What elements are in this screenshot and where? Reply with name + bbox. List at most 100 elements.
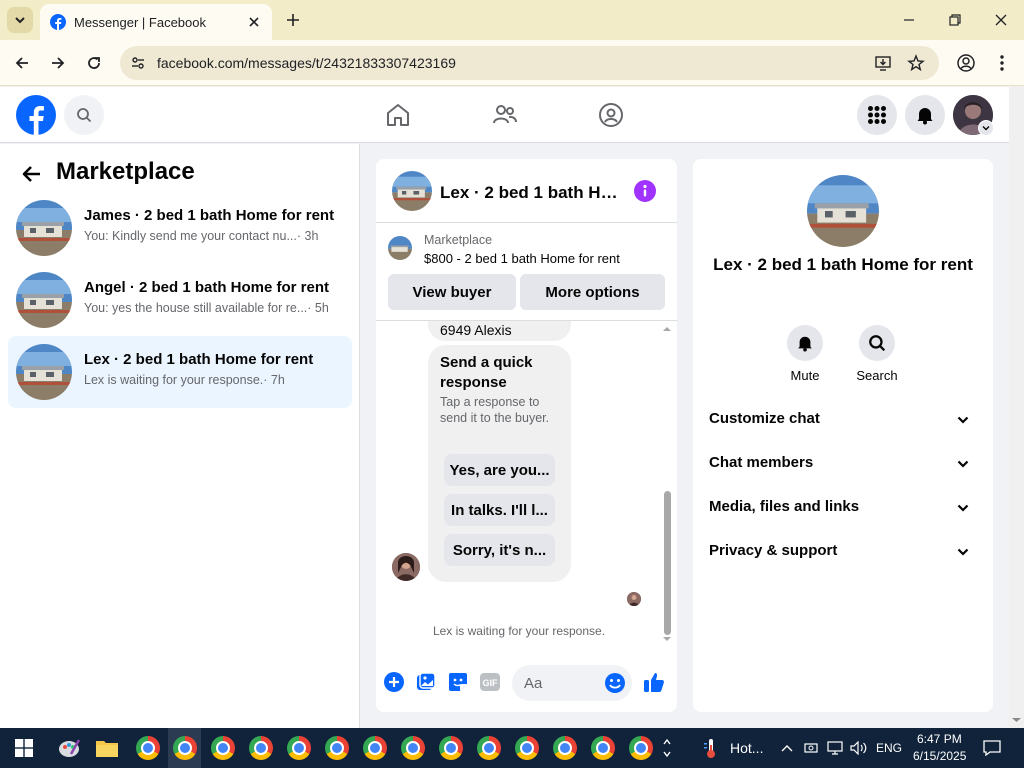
emoji-icon[interactable] [604,672,626,694]
taskbar-chrome[interactable] [475,734,503,762]
taskbar-chrome[interactable] [361,734,389,762]
page-scrollbar[interactable] [1009,87,1024,728]
taskbar-chrome[interactable] [551,734,579,762]
weather-text[interactable]: Hot... [730,740,763,756]
clock-time[interactable]: 6:47 PM [917,732,962,746]
sender-avatar-image [392,553,420,581]
search-in-conversation-button[interactable] [859,325,895,361]
restore-button[interactable] [932,0,978,40]
taskbar-chrome[interactable] [627,734,655,762]
facebook-logo-icon[interactable] [16,95,56,135]
tab-search-button[interactable] [7,7,33,33]
conversation-item[interactable]: James · 2 bed 1 bath Home for rent You: … [8,192,352,264]
chat-panel: Lex · 2 bed 1 bath Ho... Marketplace $80… [376,159,677,712]
send-like-button[interactable] [643,671,665,693]
chat-avatar[interactable] [392,171,432,211]
address-bar[interactable]: facebook.com/messages/t/2432183330742316… [120,46,939,80]
mute-action[interactable]: Mute [775,325,835,383]
meet-now-icon[interactable] [804,741,818,755]
minimize-button[interactable] [886,0,932,40]
reload-button[interactable] [82,51,106,75]
quick-response-option[interactable]: In talks. I'll l... [444,494,555,526]
back-nav-button[interactable] [10,51,34,75]
close-window-button[interactable] [978,0,1024,40]
conversation-item[interactable]: Angel · 2 bed 1 bath Home for rent You: … [8,264,352,336]
install-app-icon[interactable] [873,53,893,73]
chat-header: Lex · 2 bed 1 bath Ho... [376,159,677,223]
chevron-up-icon[interactable] [781,744,793,752]
taskbar-chrome[interactable] [323,734,351,762]
mute-button[interactable] [787,325,823,361]
menu-grid-button[interactable] [857,95,897,135]
sender-avatar[interactable] [392,553,420,581]
site-info-icon[interactable] [128,53,148,73]
facebook-header [0,87,1009,143]
more-actions-button[interactable] [383,671,405,693]
taskbar-chrome[interactable] [589,734,617,762]
back-button[interactable] [18,160,46,188]
notifications-button[interactable] [905,95,945,135]
customize-chat-section[interactable]: Customize chat [701,398,985,442]
mute-label: Mute [790,368,820,383]
chat-scrollbar-thumb[interactable] [664,491,671,635]
restore-icon [949,14,961,26]
taskbar-chrome[interactable] [285,734,313,762]
taskbar-chrome[interactable] [171,734,199,762]
conversation-info-button[interactable] [634,180,656,202]
browser-menu-button[interactable] [990,51,1014,75]
search-action[interactable]: Search [847,325,907,383]
quick-response-option[interactable]: Sorry, it's n... [444,534,555,566]
start-button[interactable] [10,734,38,762]
chrome-icon [591,736,615,760]
info-listing-name: Lex · 2 bed 1 bath Home for rent [713,255,973,274]
arrow-right-icon [52,57,65,69]
taskbar-app-paint[interactable] [55,734,83,762]
chat-title[interactable]: Lex · 2 bed 1 bath Ho... [440,183,622,203]
notification-center-icon[interactable] [983,740,1001,756]
new-tab-button[interactable] [282,9,304,31]
thumbs-up-icon [644,673,664,692]
view-buyer-button[interactable]: View buyer [388,274,516,310]
sticker-button[interactable] [447,671,469,693]
taskbar-chrome[interactable] [209,734,237,762]
house-thumbnail [16,344,72,400]
chevron-down-icon [955,456,971,472]
taskbar-scroll[interactable] [660,734,674,762]
browser-tab-messenger[interactable]: Messenger | Facebook [40,4,272,40]
more-vertical-icon [1000,55,1004,71]
listing-title[interactable]: $800 - 2 bed 1 bath Home for rent [424,251,620,266]
privacy-support-section[interactable]: Privacy & support [701,530,985,574]
tab-close-button[interactable] [246,14,262,30]
gif-button[interactable]: GIF [479,671,501,693]
taskbar-chrome[interactable] [247,734,275,762]
forward-nav-button[interactable] [46,51,70,75]
conversation-item-active[interactable]: Lex · 2 bed 1 bath Home for rent Lex is … [8,336,352,408]
chat-scrollbar[interactable] [661,321,673,648]
taskbar-app-file-explorer[interactable] [93,734,121,762]
nav-home[interactable] [380,97,416,133]
quick-response-option[interactable]: Yes, are you... [444,454,555,486]
media-files-links-section[interactable]: Media, files and links [701,486,985,530]
chat-members-section[interactable]: Chat members [701,442,985,486]
house-image [16,272,72,328]
weather-widget[interactable] [697,734,725,762]
nav-groups[interactable] [593,97,629,133]
more-options-button[interactable]: More options [520,274,665,310]
profile-button[interactable] [954,51,978,75]
tune-icon [132,57,144,69]
facebook-search-button[interactable] [64,95,104,135]
taskbar-chrome[interactable] [134,734,162,762]
attach-media-button[interactable] [415,671,437,693]
bookmark-star-icon[interactable] [906,53,926,73]
input-language[interactable]: ENG [876,741,902,755]
taskbar-chrome[interactable] [513,734,541,762]
account-menu-badge[interactable] [978,120,994,136]
volume-icon[interactable] [850,741,868,755]
taskbar-chrome[interactable] [399,734,427,762]
message-input[interactable]: Aa [512,665,632,701]
clock-date[interactable]: 6/15/2025 [913,749,966,763]
taskbar-chrome[interactable] [437,734,465,762]
network-icon[interactable] [827,741,843,755]
chrome-icon [287,736,311,760]
nav-friends[interactable] [487,97,523,133]
